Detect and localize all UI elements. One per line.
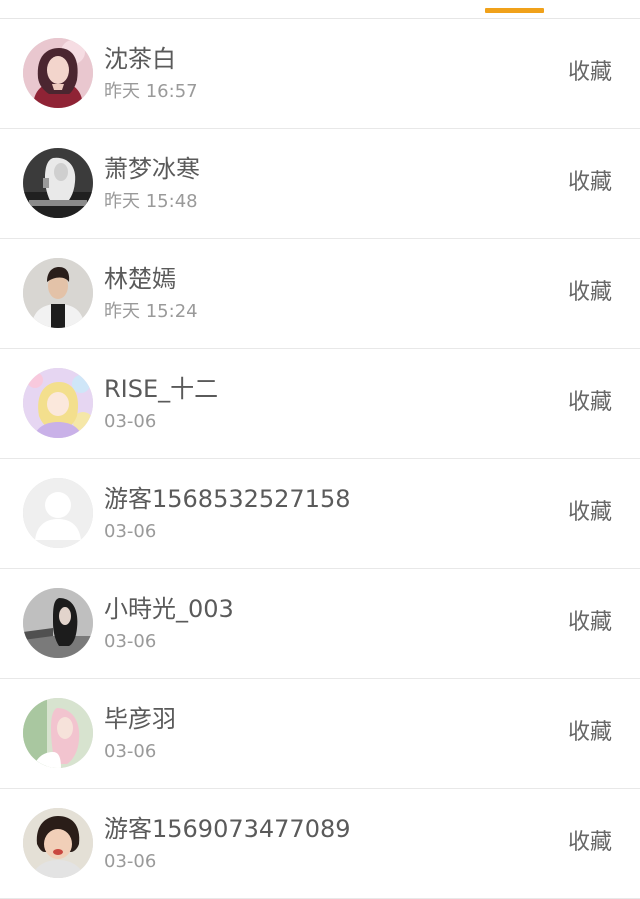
favorite-button[interactable]: 收藏 [568,609,612,637]
avatar[interactable] [23,148,93,218]
default-user-icon[interactable] [23,478,93,548]
list-item[interactable]: RISE_十二 03-06 收藏 [0,349,640,459]
list-item[interactable]: 游客1568532527158 03-06 收藏 [0,459,640,569]
user-name: 游客1568532527158 [104,485,351,513]
user-name: 沈茶白 [104,45,176,73]
timestamp: 03-06 [104,851,157,872]
avatar[interactable] [23,808,93,878]
user-name: 游客1569073477089 [104,815,351,843]
list-item[interactable]: 游客1569073477089 03-06 收藏 [0,789,640,899]
avatar[interactable] [23,258,93,328]
active-tab-indicator [485,8,544,13]
favorite-button[interactable]: 收藏 [568,389,612,417]
timestamp: 03-06 [104,741,157,762]
timestamp: 昨天 16:57 [104,81,198,102]
favorite-button[interactable]: 收藏 [568,499,612,527]
avatar[interactable] [23,38,93,108]
list-item[interactable]: 萧梦冰寒 昨天 15:48 收藏 [0,129,640,239]
list-item[interactable]: 林楚嫣 昨天 15:24 收藏 [0,239,640,349]
user-name: 毕彦羽 [104,705,176,733]
timestamp: 03-06 [104,411,157,432]
avatar[interactable] [23,368,93,438]
favorite-button[interactable]: 收藏 [568,719,612,747]
timestamp: 03-06 [104,521,157,542]
list-item[interactable]: 小時光_003 03-06 收藏 [0,569,640,679]
user-name: 小時光_003 [104,595,234,623]
timestamp: 昨天 15:48 [104,191,198,212]
tab-strip [0,0,640,19]
user-name: RISE_十二 [104,375,219,403]
favorite-button[interactable]: 收藏 [568,169,612,197]
timestamp: 03-06 [104,631,157,652]
avatar[interactable] [23,588,93,658]
user-list: 沈茶白 昨天 16:57 收藏 萧梦冰寒 昨天 15:48 收藏 林楚嫣 昨天 … [0,19,640,899]
favorite-button[interactable]: 收藏 [568,59,612,87]
timestamp: 昨天 15:24 [104,301,198,322]
avatar[interactable] [23,698,93,768]
favorite-button[interactable]: 收藏 [568,829,612,857]
favorite-button[interactable]: 收藏 [568,279,612,307]
list-item[interactable]: 毕彦羽 03-06 收藏 [0,679,640,789]
user-name: 林楚嫣 [104,265,176,293]
user-name: 萧梦冰寒 [104,155,200,183]
list-item[interactable]: 沈茶白 昨天 16:57 收藏 [0,19,640,129]
